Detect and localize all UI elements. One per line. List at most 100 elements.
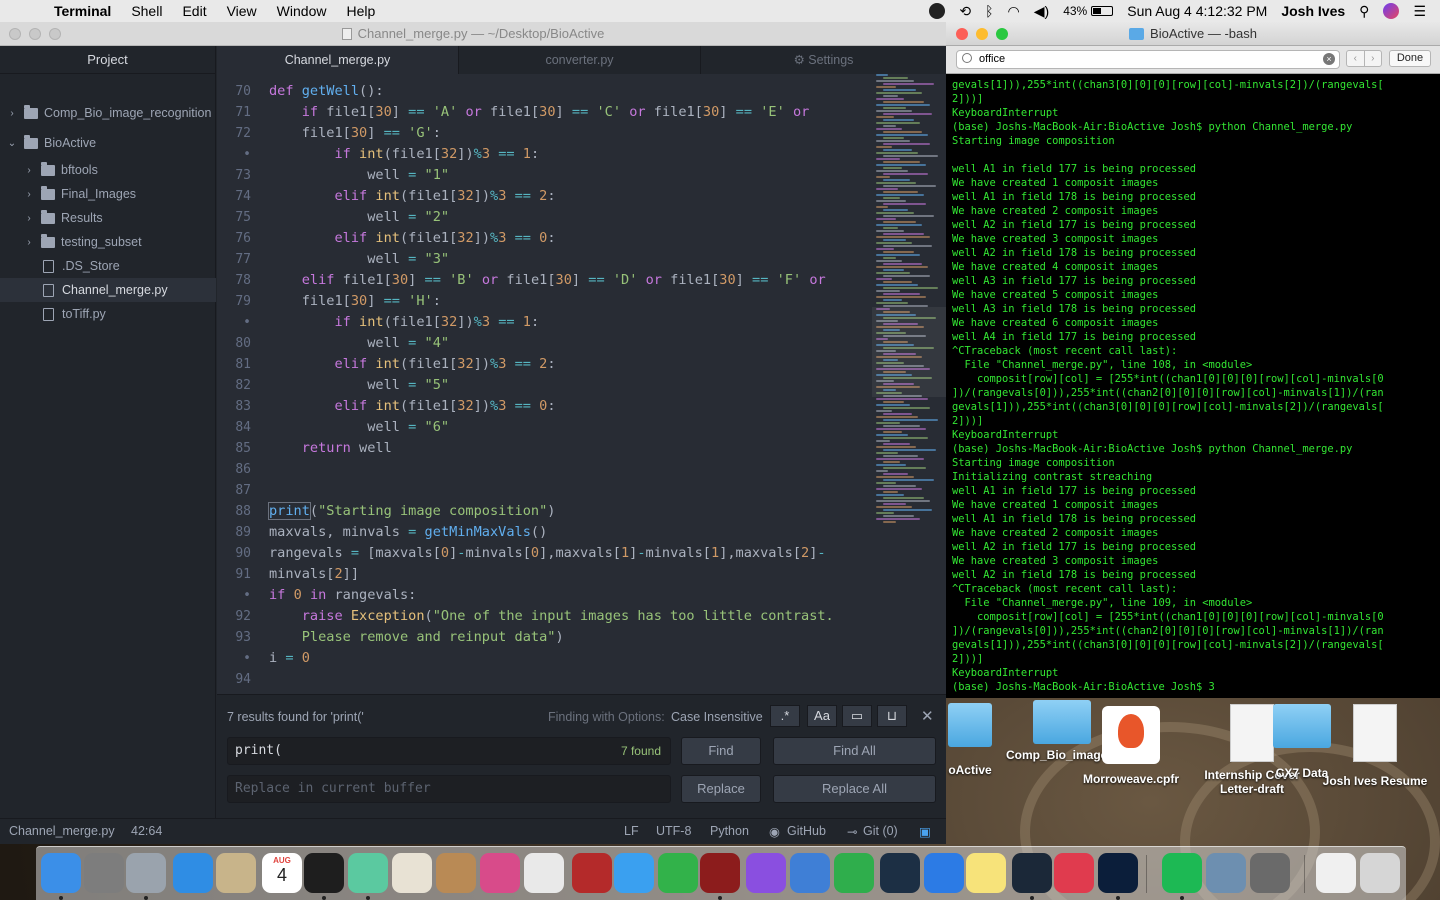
replace-input[interactable]: Replace in current buffer xyxy=(227,775,671,803)
menu-window[interactable]: Window xyxy=(277,3,327,19)
keynote-icon[interactable] xyxy=(790,853,830,893)
dictionary-icon[interactable] xyxy=(572,853,612,893)
zoom-window-button[interactable] xyxy=(49,28,61,40)
finder-gallery-icon[interactable] xyxy=(1206,853,1246,893)
menu-shell[interactable]: Shell xyxy=(131,3,162,19)
status-github[interactable]: GitHub xyxy=(787,824,826,838)
menu-help[interactable]: Help xyxy=(346,3,375,19)
textedit-icon[interactable] xyxy=(392,853,432,893)
code-line: Please remove and reinput data") xyxy=(269,629,564,645)
status-grammar[interactable]: Python xyxy=(710,824,749,838)
tree-item[interactable]: › bftools xyxy=(0,158,216,182)
numbers-icon[interactable] xyxy=(834,853,874,893)
tree-item[interactable]: › Final_Images xyxy=(0,182,216,206)
menu-app-name[interactable]: Terminal xyxy=(54,3,111,19)
tree-item[interactable]: › Comp_Bio_image_recognition xyxy=(0,101,216,125)
bluetooth-icon[interactable]: ᛒ xyxy=(985,3,993,19)
tab-converter[interactable]: converter.py xyxy=(459,46,701,74)
tree-item[interactable]: toTiff.py xyxy=(0,302,216,326)
terminal-search-input[interactable]: office xyxy=(956,50,1340,69)
updates-icon[interactable]: ▣ xyxy=(919,824,931,839)
replace-button[interactable]: Replace xyxy=(681,775,761,803)
spotlight-icon[interactable]: ⚲ xyxy=(1359,3,1369,20)
messages-icon[interactable] xyxy=(614,853,654,893)
safari-icon[interactable] xyxy=(173,853,213,893)
menu-view[interactable]: View xyxy=(227,3,257,19)
steam-icon[interactable] xyxy=(1012,853,1052,893)
wifi-icon[interactable]: ◠ xyxy=(1008,3,1020,20)
tree-item[interactable]: .DS_Store xyxy=(0,254,216,278)
menu-edit[interactable]: Edit xyxy=(182,3,206,19)
in-selection-toggle-button[interactable]: ▭ xyxy=(842,705,872,727)
close-window-button[interactable] xyxy=(9,28,21,40)
notification-center-icon[interactable]: ☰ xyxy=(1413,3,1426,20)
instruments-icon[interactable] xyxy=(1250,853,1290,893)
time-machine-icon[interactable]: ⟲ xyxy=(959,3,971,20)
status-cursor-position[interactable]: 42:64 xyxy=(131,824,162,838)
tab-channel-merge[interactable]: Channel_merge.py xyxy=(217,46,459,74)
atom-title-bar[interactable]: Channel_merge.py — ~/Desktop/BioActive xyxy=(0,22,946,46)
minimize-window-button[interactable] xyxy=(29,28,41,40)
siri-icon[interactable] xyxy=(1383,3,1400,19)
news-icon[interactable] xyxy=(1054,853,1094,893)
user-name[interactable]: Josh Ives xyxy=(1281,3,1345,19)
done-button[interactable]: Done xyxy=(1389,50,1431,67)
atom-icon[interactable] xyxy=(348,853,388,893)
battery-percent[interactable]: 43% xyxy=(1063,4,1087,18)
close-panel-icon[interactable]: ✕ xyxy=(921,707,934,725)
colorsync-icon[interactable] xyxy=(480,853,520,893)
case-sensitive-toggle-button[interactable]: Aa xyxy=(807,705,837,727)
facetime-icon[interactable] xyxy=(658,853,698,893)
tab-settings[interactable]: ⚙ Settings xyxy=(701,46,946,74)
status-file-name[interactable]: Channel_merge.py xyxy=(9,824,115,838)
app-store-icon[interactable] xyxy=(924,853,964,893)
tree-item[interactable]: › testing_subset xyxy=(0,230,216,254)
clock[interactable]: Sun Aug 4 4:12:32 PM xyxy=(1127,3,1267,19)
find-button[interactable]: Find xyxy=(681,737,761,765)
spotify-icon[interactable] xyxy=(1162,853,1202,893)
minimap-viewport[interactable] xyxy=(872,307,946,397)
desktop-icon-morroweave[interactable]: Morroweave.cpfr xyxy=(1074,706,1188,786)
previous-match-button[interactable]: ‹ xyxy=(1347,51,1364,66)
tree-item[interactable]: ⌄ BioActive xyxy=(0,131,216,155)
creative-cloud-icon[interactable] xyxy=(929,3,946,19)
whole-word-toggle-button[interactable]: ⊔ xyxy=(877,705,907,727)
battery-icon[interactable] xyxy=(1091,6,1114,16)
notes-book-icon[interactable] xyxy=(436,853,476,893)
regex-toggle-button[interactable]: .* xyxy=(770,705,800,727)
find-all-button[interactable]: Find All xyxy=(773,737,936,765)
status-line-ending[interactable]: LF xyxy=(624,824,639,838)
preview-icon[interactable] xyxy=(216,853,256,893)
finder-icon[interactable] xyxy=(41,853,81,893)
tree-item[interactable]: › Results xyxy=(0,206,216,230)
status-git[interactable]: Git (0) xyxy=(863,824,898,838)
terminal-title-bar[interactable]: BioActive — -bash xyxy=(946,22,1440,46)
replace-all-button[interactable]: Replace All xyxy=(773,775,936,803)
volume-icon[interactable]: ◀) xyxy=(1034,3,1049,20)
documents-icon[interactable] xyxy=(1316,853,1356,893)
desktop-icon-resume[interactable]: Josh Ives Resume xyxy=(1314,704,1436,788)
code-editor[interactable]: 70 71 72 • 73 74 75 76 77 78 79 • 80 81 82 83 84 85 86 87 88… xyxy=(217,74,946,694)
tree-item[interactable]: Channel_merge.py xyxy=(0,278,216,302)
zoom-window-button[interactable] xyxy=(996,28,1008,40)
notes-icon[interactable] xyxy=(966,853,1006,893)
photos-icon[interactable] xyxy=(524,853,564,893)
terminal-icon[interactable] xyxy=(304,853,344,893)
system-preferences-icon[interactable] xyxy=(84,853,124,893)
find-input[interactable]: print( 7 found xyxy=(227,737,671,765)
clear-search-icon[interactable]: × xyxy=(1323,53,1335,65)
trash-icon[interactable] xyxy=(1360,853,1400,893)
minimize-window-button[interactable] xyxy=(976,28,988,40)
next-match-button[interactable]: › xyxy=(1363,51,1382,66)
imovie-icon[interactable] xyxy=(746,853,786,893)
desktop-icon-bioactive[interactable]: oActive xyxy=(946,703,994,777)
launchpad-icon[interactable] xyxy=(126,853,166,893)
terminal-output[interactable]: gevals[1])),255*int((chan3[0][0][0][row]… xyxy=(952,78,1438,694)
close-window-button[interactable] xyxy=(956,28,968,40)
photoshop-icon[interactable] xyxy=(1098,853,1138,893)
photo-booth-icon[interactable] xyxy=(700,853,740,893)
calendar-icon[interactable]: AUG 4 xyxy=(262,853,302,893)
status-encoding[interactable]: UTF-8 xyxy=(656,824,691,838)
quicktime-icon[interactable] xyxy=(880,853,920,893)
minimap[interactable] xyxy=(872,74,946,694)
